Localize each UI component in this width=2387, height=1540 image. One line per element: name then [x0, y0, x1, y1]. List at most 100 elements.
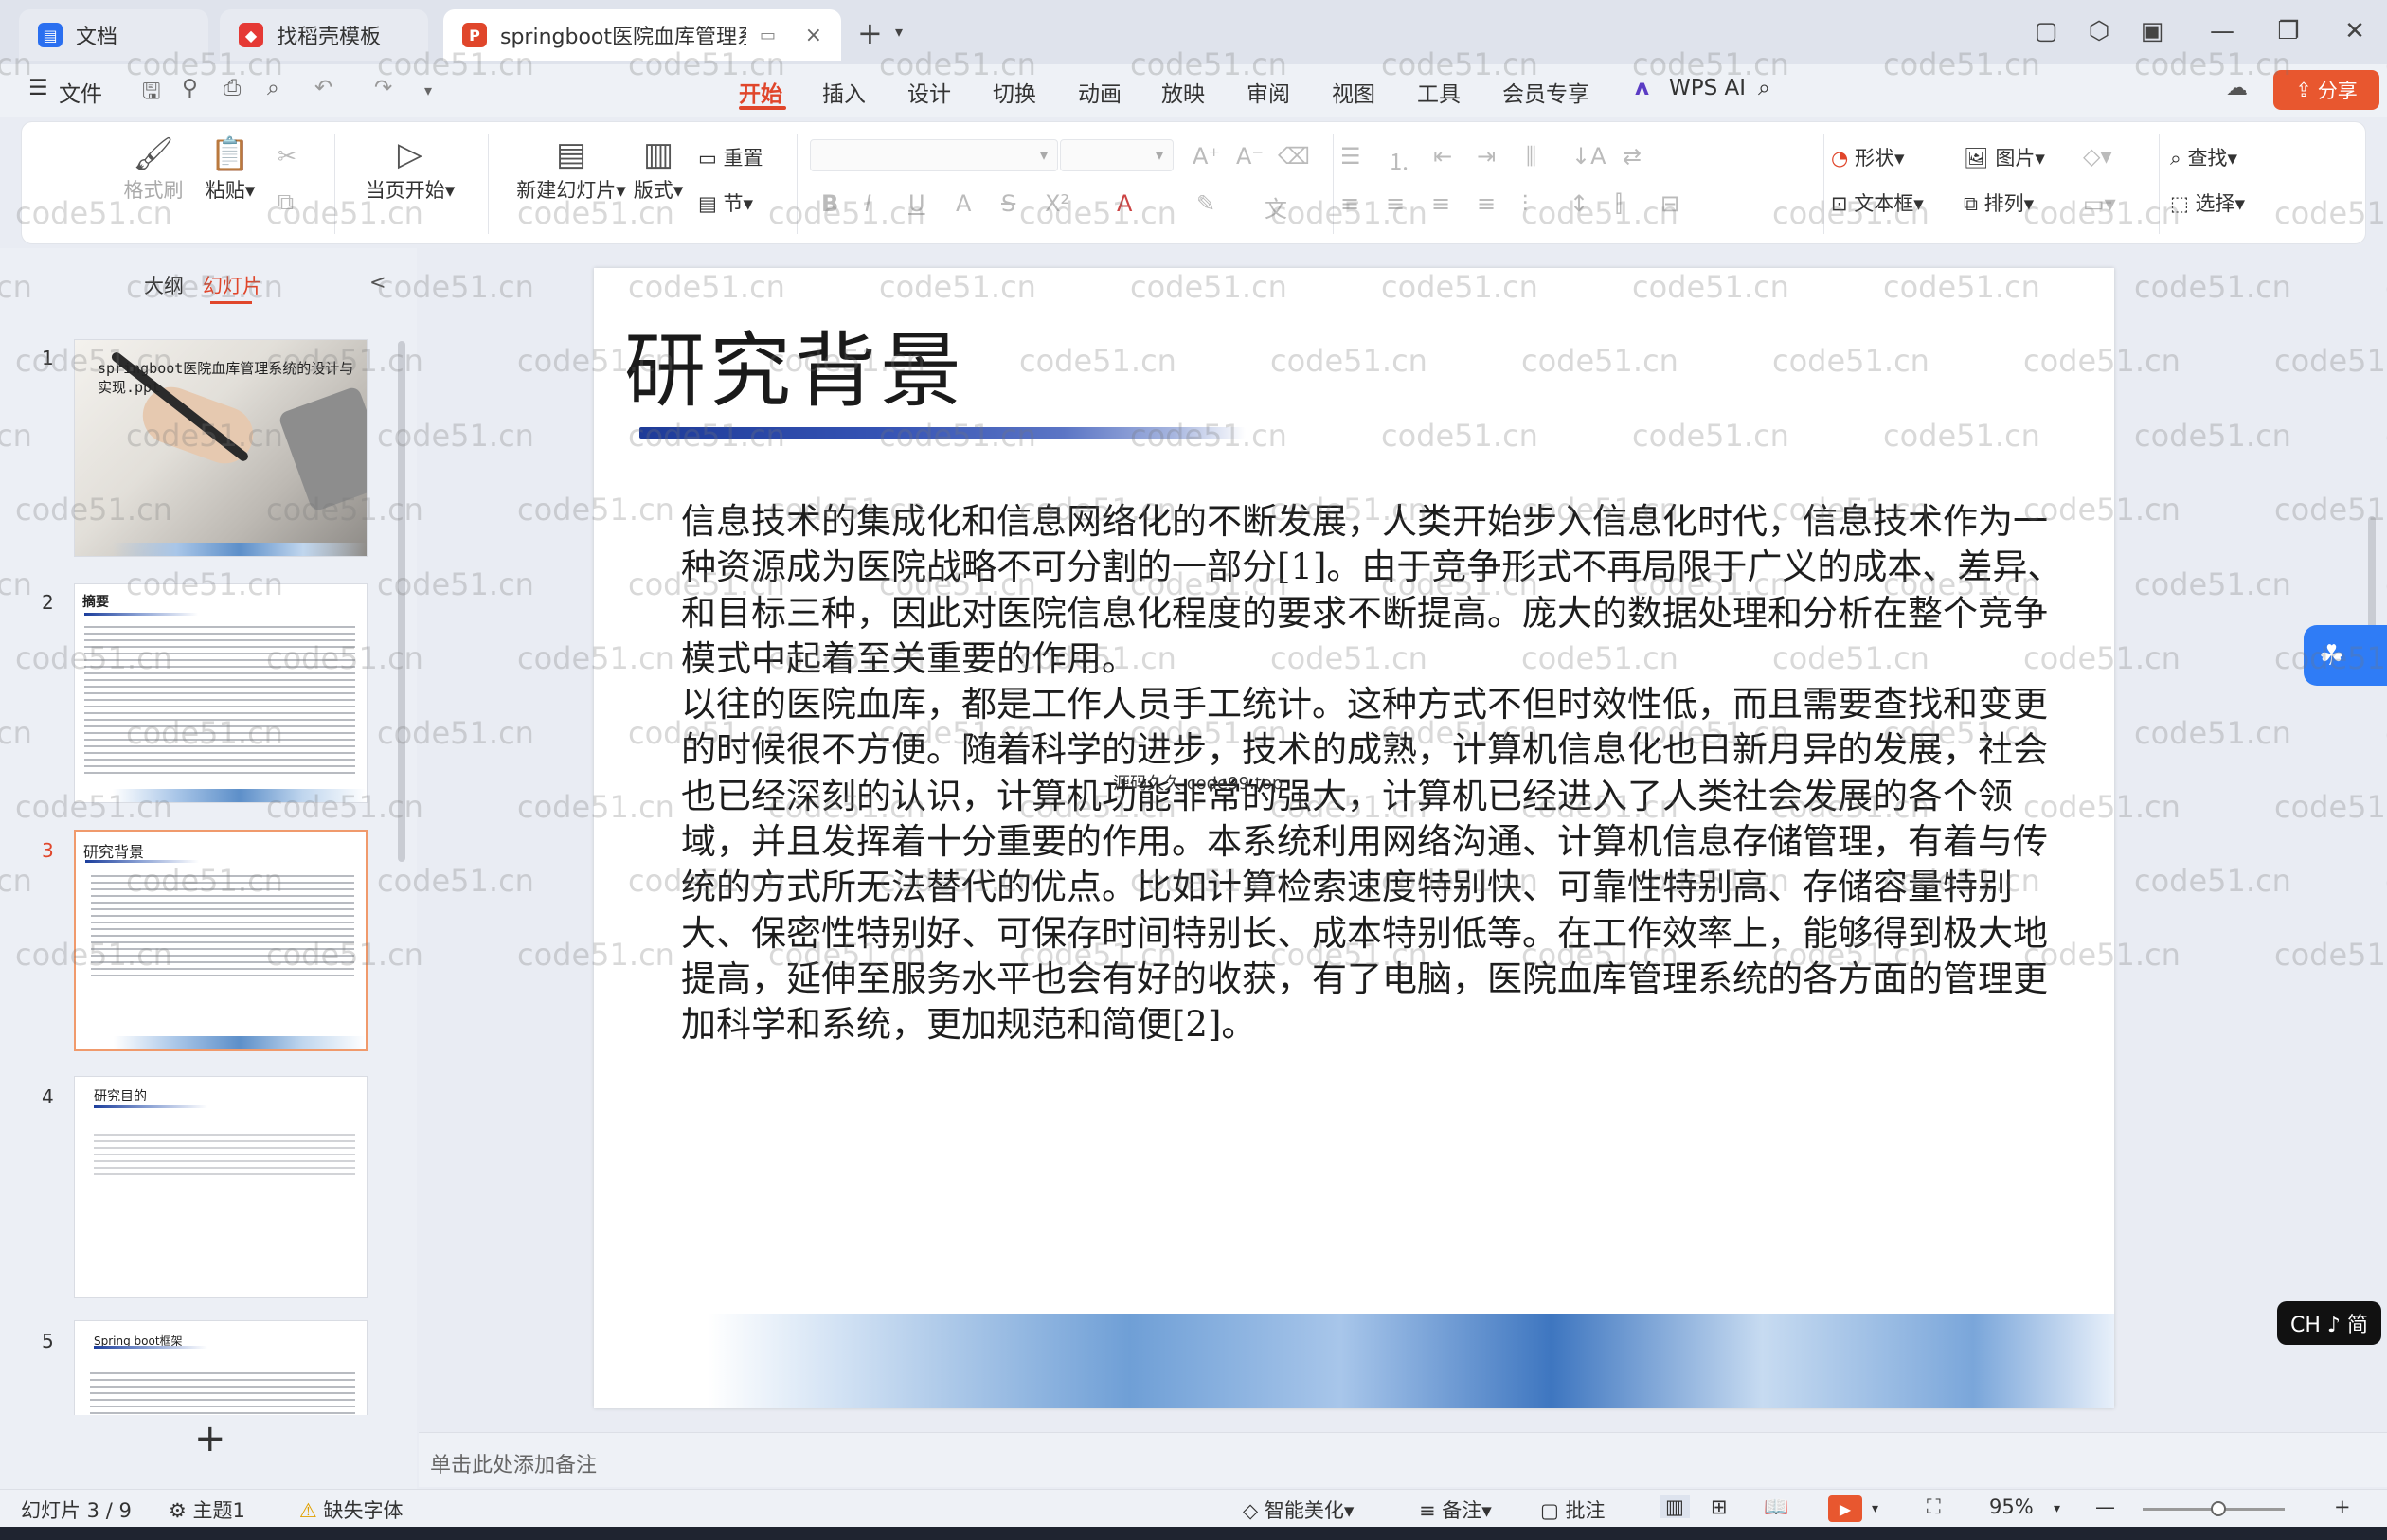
find-button[interactable]: ⌕ 查找▾	[2170, 143, 2237, 171]
close-window-icon[interactable]: ✕	[2336, 17, 2374, 45]
fill-icon[interactable]: ◇▾	[2083, 143, 2112, 170]
zoom-options-icon[interactable]: ▾	[2054, 1501, 2060, 1516]
fit-window-icon[interactable]: ⛶	[1927, 1495, 1941, 1519]
arrange-button[interactable]: ⧉ 排列▾	[1964, 188, 2034, 217]
theme-button[interactable]: ⚙ 主题1	[169, 1495, 245, 1524]
slide-thumbnail-2[interactable]: 摘要	[74, 583, 368, 803]
bold-icon[interactable]: B	[821, 190, 838, 217]
tab-slides[interactable]: 幻灯片	[203, 271, 262, 299]
menu-review[interactable]: 审阅	[1247, 76, 1290, 108]
collapse-panel-icon[interactable]: <	[369, 271, 386, 294]
outline-icon[interactable]: ▭▾	[2083, 190, 2116, 217]
slide-thumbnail-5[interactable]: Spring boot框架	[74, 1320, 368, 1415]
menu-transition[interactable]: 切换	[993, 76, 1036, 108]
avatar-icon[interactable]: ▣	[2133, 17, 2171, 45]
menu-animation[interactable]: 动画	[1078, 76, 1122, 108]
font-name-select[interactable]: ▾	[810, 139, 1058, 171]
line-spacing-icon[interactable]: ↕	[1570, 190, 1588, 217]
sort-icon[interactable]: ↓A	[1571, 143, 1606, 170]
slide-thumbnail-3[interactable]: 研究背景	[74, 830, 368, 1051]
workspace-icon[interactable]: ▢	[2027, 17, 2065, 45]
zoom-out-icon[interactable]: —	[2095, 1495, 2115, 1518]
restore-icon[interactable]: ▭	[760, 26, 776, 45]
menu-icon[interactable]: ☰	[28, 76, 48, 100]
menu-slideshow[interactable]: 放映	[1161, 76, 1205, 108]
menu-insert[interactable]: 插入	[822, 76, 866, 108]
section-button[interactable]: ▤ 节▾	[698, 188, 753, 217]
layout-button[interactable]: ▥ 版式▾	[620, 134, 696, 204]
strikethrough-icon[interactable]: S	[1001, 190, 1015, 217]
missing-font-button[interactable]: ⚠ 缺失字体	[299, 1495, 404, 1524]
search-icon[interactable]: ⌕	[1758, 76, 1770, 100]
chevron-down-icon[interactable]: ▾	[895, 23, 903, 41]
format-painter-button[interactable]: 🖌 格式刷	[120, 134, 187, 204]
minimize-icon[interactable]: —	[2203, 17, 2241, 45]
close-tab-icon[interactable]: ×	[805, 24, 822, 47]
convert-icon[interactable]: ⇄	[1623, 143, 1642, 170]
slide-title[interactable]: 研究背景	[624, 304, 965, 422]
normal-view-icon[interactable]: ▥	[1660, 1495, 1690, 1518]
comment-button[interactable]: ▢ 批注	[1540, 1495, 1606, 1524]
paste-button[interactable]: 📋 粘贴▾	[202, 134, 259, 204]
save-icon[interactable]: 🖫	[142, 76, 161, 113]
new-tab-button[interactable]: +	[857, 15, 883, 51]
tab-presentation[interactable]: P springboot医院血库管理系统 ▭ ×	[443, 9, 841, 61]
clear-format-icon[interactable]: ⌫	[1278, 143, 1310, 170]
print-icon[interactable]: ⎙	[224, 76, 241, 100]
text-align-icon[interactable]: ⊟	[1660, 190, 1679, 217]
align-left-icon[interactable]: ≡	[1340, 190, 1359, 217]
play-current-button[interactable]: ▷ 当页开始▾	[344, 134, 476, 204]
menu-member[interactable]: 会员专享	[1502, 76, 1589, 108]
zoom-slider-knob[interactable]	[2211, 1501, 2226, 1516]
zoom-in-icon[interactable]: +	[2334, 1495, 2351, 1518]
distribute-icon[interactable]: ⫶	[1522, 190, 1528, 217]
font-size-select[interactable]: ▾	[1060, 139, 1174, 171]
menu-design[interactable]: 设计	[907, 76, 951, 108]
redo-icon[interactable]: ↷	[374, 76, 392, 100]
slide-body-textbox[interactable]: 信息技术的集成化和信息网络化的不断发展，人类开始步入信息化时代，信息技术作为一种…	[681, 499, 2073, 1048]
underline-icon[interactable]: U	[908, 190, 925, 217]
justify-icon[interactable]: ≡	[1477, 190, 1496, 217]
align-right-icon[interactable]: ≡	[1431, 190, 1450, 217]
slide-canvas[interactable]: 研究背景 信息技术的集成化和信息网络化的不断发展，人类开始步入信息化时代，信息技…	[594, 268, 2114, 1408]
panel-scrollbar[interactable]	[398, 341, 405, 862]
zoom-level[interactable]: 95%	[1989, 1495, 2034, 1518]
numbering-icon[interactable]: ⒈	[1388, 143, 1410, 176]
menu-tools[interactable]: 工具	[1417, 76, 1461, 108]
tab-outline[interactable]: 大纲	[144, 271, 184, 299]
phonetic-icon[interactable]: 文	[1265, 190, 1287, 224]
cut-icon[interactable]: ✂	[278, 143, 296, 170]
beautify-button[interactable]: ◇ 智能美化▾	[1243, 1495, 1354, 1524]
menu-home[interactable]: 开始	[739, 76, 782, 108]
copy-icon[interactable]: ⧉	[278, 188, 294, 215]
textbox-button[interactable]: ⊡ 文本框▾	[1831, 188, 1924, 217]
cloud-upload-icon[interactable]: ☁	[2226, 76, 2248, 100]
menu-file[interactable]: 文件	[59, 76, 102, 108]
add-slide-button[interactable]: +	[194, 1417, 226, 1460]
column-icon[interactable]: ⫿	[1615, 190, 1623, 217]
tab-docs[interactable]: ▤ 文档	[19, 9, 208, 61]
more-icon[interactable]: ▾	[424, 81, 432, 99]
canvas-scrollbar[interactable]	[2368, 516, 2376, 630]
assistant-float-button[interactable]: ☘	[2304, 625, 2387, 686]
superscript-icon[interactable]: X²	[1045, 190, 1069, 217]
italic-icon[interactable]: I	[865, 190, 871, 217]
highlight-icon[interactable]: ✎	[1196, 190, 1215, 217]
share-button[interactable]: ⇪ 分享	[2273, 70, 2379, 110]
slide-thumbnail-1[interactable]: springboot医院血库管理系统的设计与实现.ppt	[74, 339, 368, 557]
shadow-icon[interactable]: A	[956, 190, 971, 217]
cube-icon[interactable]: ⬡	[2080, 17, 2118, 45]
increase-font-icon[interactable]: A⁺	[1193, 143, 1220, 170]
notes-pane[interactable]: 单击此处添加备注	[419, 1432, 2387, 1487]
play-slideshow-icon[interactable]: ▶	[1828, 1495, 1862, 1522]
bullets-icon[interactable]: ☰	[1340, 143, 1361, 170]
ime-indicator[interactable]: CH ♪ 简	[2277, 1301, 2381, 1345]
decrease-font-icon[interactable]: A⁻	[1236, 143, 1264, 170]
undo-icon[interactable]: ↶	[314, 76, 332, 100]
tab-templates[interactable]: ◆ 找稻壳模板	[220, 9, 428, 61]
play-options-icon[interactable]: ▾	[1872, 1501, 1878, 1516]
menu-wps-ai[interactable]: WPS AI	[1669, 76, 1746, 100]
reset-button[interactable]: ▭ 重置	[698, 143, 763, 171]
print-preview-icon[interactable]: ⌕	[267, 76, 279, 100]
slide-thumbnail-4[interactable]: 研究目的	[74, 1076, 368, 1298]
